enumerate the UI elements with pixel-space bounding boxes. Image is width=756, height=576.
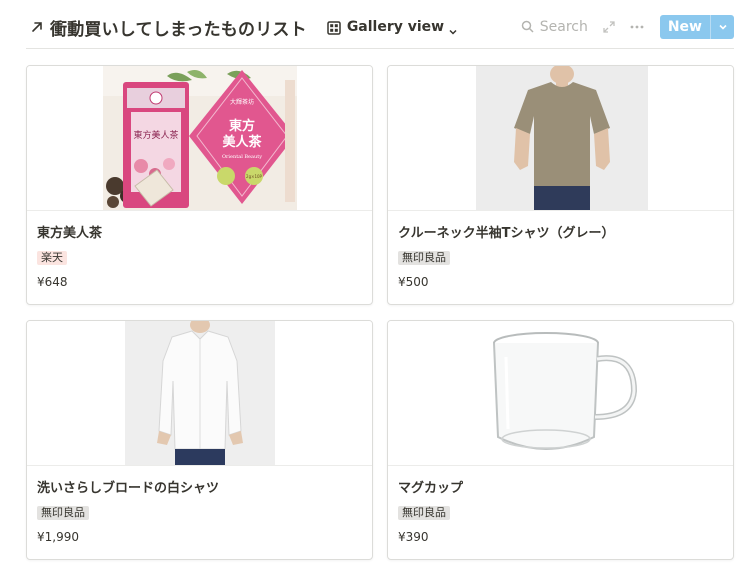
gallery-grid-icon [327,20,341,35]
tag-rakuten: 楽天 [37,251,67,265]
search-button[interactable]: Search [515,14,594,40]
chevron-down-icon [718,24,727,30]
header-divider [26,48,734,49]
gallery-card[interactable]: クルーネック半袖Tシャツ（グレー） 無印良品 ¥500 [387,65,734,305]
gallery-card[interactable]: 洗いさらしブロードの白シャツ 無印良品 ¥1,990 [26,320,373,560]
card-price: ¥648 [37,275,68,289]
tag-muji: 無印良品 [37,506,89,520]
database-header: 衝動買いしてしまったものリスト Gallery view Search New [28,10,734,44]
more-options-icon[interactable] [624,14,650,40]
tshirt-image [476,66,648,210]
chevron-down-icon [448,22,458,35]
glass-mug-image [493,332,638,450]
card-title: 洗いさらしブロードの白シャツ [37,481,220,496]
new-button[interactable]: New [659,15,710,39]
svg-text:2g×10P: 2g×10P [246,174,263,179]
new-dropdown-button[interactable] [710,15,734,39]
tag-muji: 無印良品 [398,506,450,520]
card-price: ¥390 [398,530,429,544]
view-label: Gallery view [346,19,445,35]
new-button-group: New [659,15,734,39]
gallery-card[interactable]: マグカップ 無印良品 ¥390 [387,320,734,560]
card-title: マグカップ [398,481,464,496]
svg-text:Oriental Beauty: Oriental Beauty [222,154,262,160]
card-price: ¥1,990 [37,530,79,544]
svg-text:東方美人茶: 東方美人茶 [133,129,178,141]
card-cover: 東方美人茶 大輝茶坊 東方 美人茶 Oriental Beauty 2g×10P [27,66,372,211]
card-cover [388,321,733,466]
svg-text:美人茶: 美人茶 [222,134,262,150]
expand-icon[interactable] [596,14,622,40]
card-cover [388,66,733,211]
tag-muji: 無印良品 [398,251,450,265]
white-shirt-image [125,321,275,465]
search-label: Search [539,19,588,35]
arrow-up-right-icon[interactable] [28,18,46,36]
card-cover [27,321,372,466]
card-price: ¥500 [398,275,429,289]
search-icon [521,18,534,37]
gallery-card[interactable]: 東方美人茶 大輝茶坊 東方 美人茶 Oriental Beauty 2g×10P… [26,65,373,305]
svg-text:大輝茶坊: 大輝茶坊 [230,98,254,106]
card-title: 東方美人茶 [37,226,103,241]
card-title: クルーネック半袖Tシャツ（グレー） [398,226,615,241]
page-title[interactable]: 衝動買いしてしまったものリスト [50,15,307,40]
tea-package-image: 東方美人茶 大輝茶坊 東方 美人茶 Oriental Beauty 2g×10P [103,66,297,210]
svg-text:東方: 東方 [229,118,255,134]
view-switcher[interactable]: Gallery view [323,14,462,40]
